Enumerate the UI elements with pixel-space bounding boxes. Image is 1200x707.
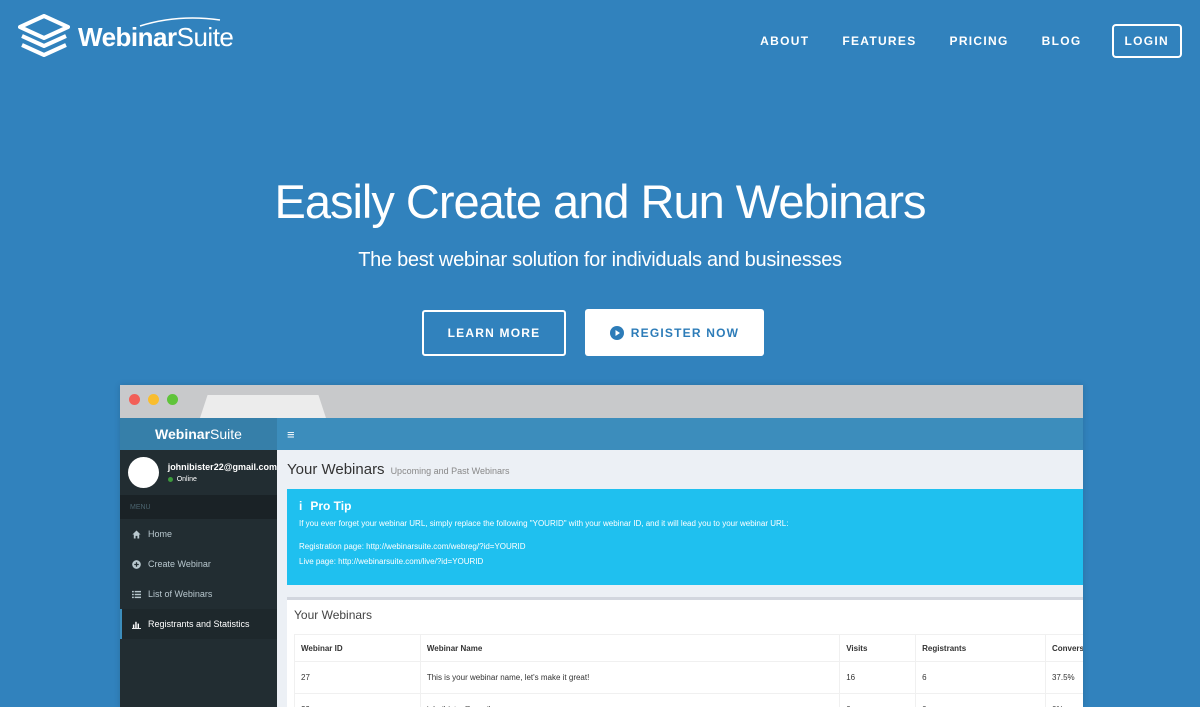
cell-visits: 16 bbox=[839, 661, 917, 694]
nav-pricing[interactable]: PRICING bbox=[950, 34, 1009, 48]
learn-more-button[interactable]: LEARN MORE bbox=[422, 310, 566, 356]
user-status: Online bbox=[167, 476, 277, 483]
window-close-dot bbox=[129, 394, 140, 405]
nav-blog[interactable]: BLOG bbox=[1042, 34, 1082, 48]
sidebar-item-label: List of Webinars bbox=[148, 589, 213, 599]
sidebar-item-create-webinar: Create Webinar bbox=[120, 549, 277, 579]
app-topbar: ≡ bbox=[277, 418, 1083, 450]
site-logo-text: WebinarSuite bbox=[78, 16, 234, 53]
user-panel: johnibister22@gmail.com Online bbox=[120, 450, 277, 495]
cell-visits: 0 bbox=[839, 693, 917, 707]
pro-tip-line2: Registration page: http://webinarsuite.c… bbox=[299, 542, 526, 551]
cell-conversion: 0% bbox=[1044, 693, 1083, 707]
pro-tip-line3: Live page: http://webinarsuite.com/live/… bbox=[299, 557, 484, 566]
play-circle-icon bbox=[609, 325, 624, 340]
pro-tip-title: i Pro Tip bbox=[299, 499, 1071, 513]
sidebar-item-registrants-and-statistics: Registrants and Statistics bbox=[120, 609, 277, 639]
nav-about[interactable]: ABOUT bbox=[760, 34, 809, 48]
col-webinar-id: Webinar ID bbox=[294, 634, 421, 662]
app-brand: Webinar Suite bbox=[120, 418, 277, 450]
home-icon bbox=[132, 529, 141, 539]
app-screenshot-mockup: Webinar Suite johnibister22@gmail.com Onl… bbox=[120, 385, 1083, 707]
browser-tab bbox=[200, 395, 326, 418]
app-sidebar: Webinar Suite johnibister22@gmail.com Onl… bbox=[120, 418, 277, 707]
login-button[interactable]: LOGIN bbox=[1111, 24, 1182, 58]
window-minimize-dot bbox=[148, 394, 159, 405]
webinars-panel: Your Webinars Webinar ID Webinar Name Vi… bbox=[287, 597, 1083, 707]
page-heading: Your Webinars Upcoming and Past Webinars bbox=[287, 461, 509, 478]
learn-more-label: LEARN MORE bbox=[447, 326, 541, 340]
online-status-icon bbox=[167, 477, 173, 482]
pro-tip-callout: i Pro Tip If you ever forget your webina… bbox=[287, 489, 1083, 585]
cell-registrants: 6 bbox=[915, 661, 1046, 694]
cell-webinar-id: 29 bbox=[294, 693, 421, 707]
nav-features[interactable]: FEATURES bbox=[842, 34, 916, 48]
menu-header: MENU bbox=[120, 495, 277, 519]
pro-tip-line1: If you ever forget your webinar URL, sim… bbox=[299, 519, 789, 528]
panel-title: Your Webinars bbox=[294, 608, 373, 622]
window-maximize-dot bbox=[167, 394, 178, 405]
layers-logo-icon bbox=[18, 14, 70, 57]
site-logo[interactable]: WebinarSuite bbox=[18, 14, 234, 60]
hamburger-menu-icon: ≡ bbox=[287, 427, 295, 442]
col-conversion: Convers bbox=[1044, 634, 1083, 662]
register-now-button[interactable]: REGISTER NOW bbox=[585, 309, 764, 356]
page-title: Your Webinars bbox=[287, 461, 385, 478]
sidebar-item-label: Create Webinar bbox=[148, 559, 211, 569]
swoosh-icon bbox=[139, 16, 221, 27]
page-subtitle: Upcoming and Past Webinars bbox=[390, 466, 510, 476]
app-brand-light: Suite bbox=[210, 426, 242, 442]
table-header-row: Webinar ID Webinar Name Visits Registran… bbox=[294, 634, 1083, 662]
col-visits: Visits bbox=[839, 634, 917, 662]
sidebar-item-label: Home bbox=[148, 529, 173, 539]
main-nav: ABOUT FEATURES PRICING BLOG LOGIN bbox=[727, 24, 1182, 58]
cell-webinar-name: This is your webinar name, let's make it… bbox=[419, 661, 841, 694]
cell-webinar-id: 27 bbox=[294, 661, 421, 694]
sidebar-item-label: Registrants and Statistics bbox=[148, 619, 250, 629]
list-icon bbox=[132, 590, 141, 598]
cell-webinar-name: johnibister@gmail.com bbox=[419, 693, 841, 707]
table-row: 27 This is your webinar name, let's make… bbox=[294, 661, 1083, 694]
app-main: Your Webinars Upcoming and Past Webinars… bbox=[277, 450, 1083, 707]
cell-registrants: 0 bbox=[915, 693, 1046, 707]
bar-chart-icon bbox=[132, 621, 141, 629]
plus-circle-icon bbox=[132, 559, 141, 569]
sidebar-item-home: Home bbox=[120, 519, 277, 549]
col-registrants: Registrants bbox=[915, 634, 1046, 662]
col-webinar-name: Webinar Name bbox=[419, 634, 841, 662]
hero-title: Easily Create and Run Webinars bbox=[274, 175, 927, 228]
webinars-table: Webinar ID Webinar Name Visits Registran… bbox=[294, 634, 1083, 707]
sidebar-item-list-of-webinars: List of Webinars bbox=[120, 579, 277, 609]
hero-subtitle: The best webinar solution for individual… bbox=[358, 249, 842, 271]
avatar bbox=[128, 457, 159, 488]
cell-conversion: 37.5% bbox=[1044, 661, 1083, 694]
browser-titlebar bbox=[120, 385, 1083, 418]
pro-tip-title-text: Pro Tip bbox=[310, 499, 352, 513]
user-status-label: Online bbox=[176, 476, 197, 483]
table-row: 29 johnibister@gmail.com 0 0 0% bbox=[294, 693, 1083, 707]
user-email: johnibister22@gmail.com bbox=[167, 462, 277, 472]
register-now-label: REGISTER NOW bbox=[630, 325, 740, 340]
info-icon: i bbox=[299, 499, 303, 513]
app-brand-bold: Webinar bbox=[155, 426, 211, 442]
